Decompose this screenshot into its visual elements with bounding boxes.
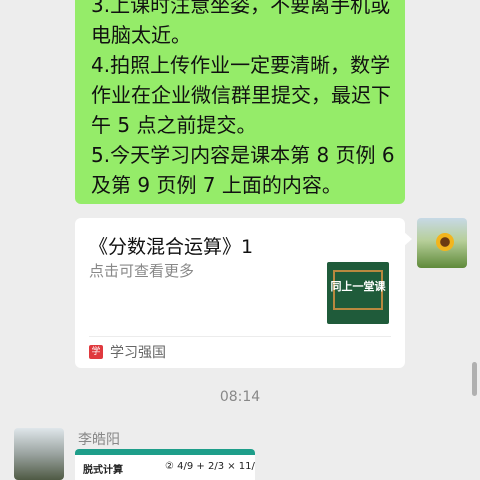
image-message[interactable]: 脱式计算 ② 4/9 + 2/3 × 11/12 [75,449,255,480]
message-line: 午 5 点之前提交。 [91,113,257,137]
image-formula: ② 4/9 + 2/3 × 11/12 [165,461,255,472]
thumbnail-text: 同上一堂课 [330,280,386,293]
source-label: 学习强国 [110,345,166,361]
scrollbar[interactable] [472,362,477,396]
message-line: 作业在企业微信群里提交，最迟下 [91,83,391,107]
bubble-tail [404,232,412,246]
sender-name: 李皓阳 [78,432,120,448]
message-timestamp: 08:14 [219,389,261,405]
link-card-thumbnail: 同上一堂课 [327,262,389,324]
link-card-description: 点击可查看更多 [89,262,195,280]
shared-link-card[interactable]: 《分数混合运算》1 点击可查看更多 同上一堂课 学 学习强国 [75,218,405,368]
link-card-source: 学 学习强国 [89,342,166,362]
message-line: 4.拍照上传作业一定要清晰，数学 [91,53,391,77]
message-line: 3.上课时注意坐姿，不要离手机或 [91,0,391,17]
link-card-title: 《分数混合运算》1 [89,236,254,258]
avatar-self[interactable] [417,218,467,268]
message-line: 5.今天学习内容是课本第 8 页例 6 [91,143,395,167]
message-line: 及第 9 页例 7 上面的内容。 [91,173,342,197]
image-heading: 脱式计算 [83,465,123,476]
card-divider [89,336,391,337]
sunflower-icon [436,233,454,251]
image-topbar [75,449,255,455]
xuexi-qiangguo-icon: 学 [89,345,103,359]
text-message-bubble[interactable]: 3.上课时注意坐姿，不要离手机或 电脑太近。 4.拍照上传作业一定要清晰，数学 … [75,0,405,204]
avatar-sender[interactable] [14,428,64,480]
message-line: 电脑太近。 [91,23,191,47]
